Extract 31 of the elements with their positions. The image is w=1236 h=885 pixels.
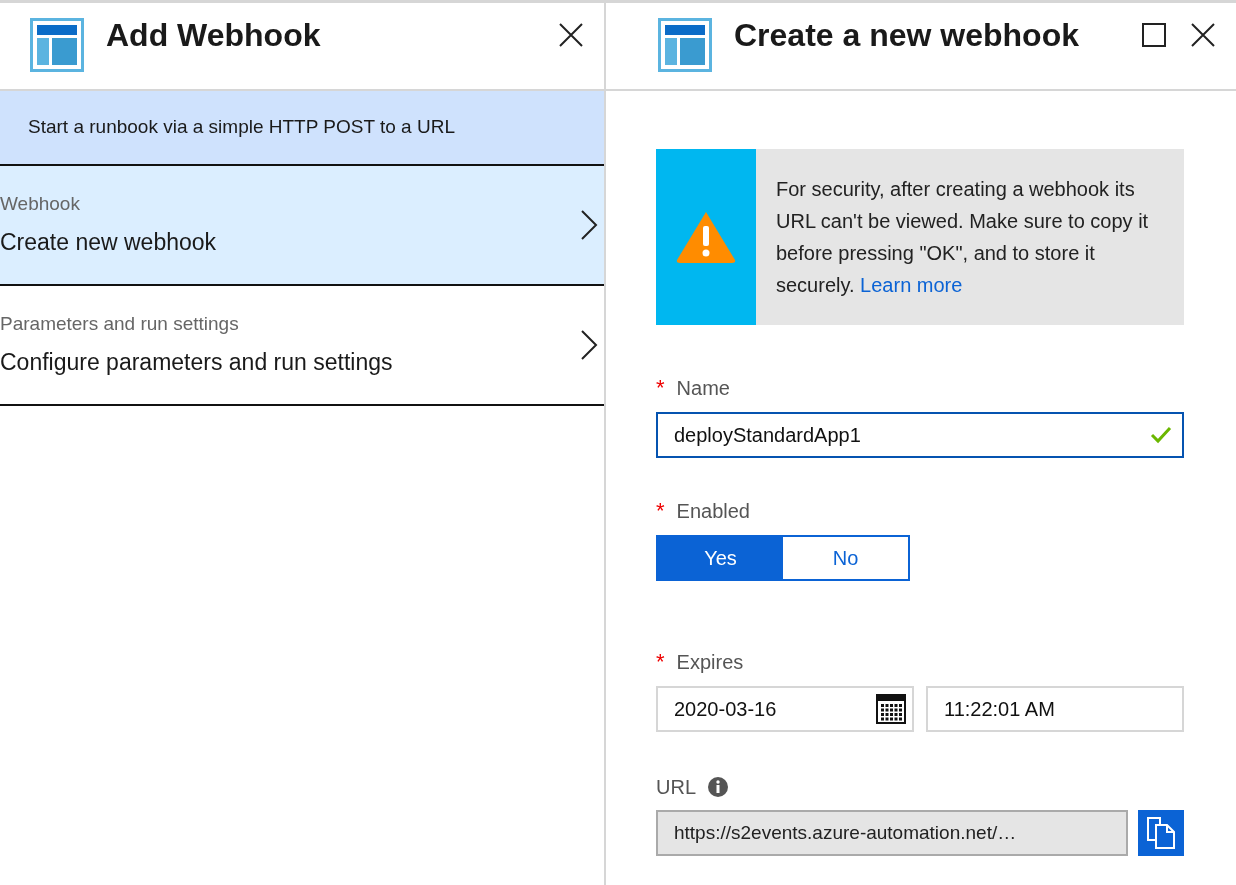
blade-title: Add Webhook	[106, 18, 322, 54]
section-label: Parameters and run settings	[0, 312, 240, 336]
blade-icon	[30, 18, 84, 72]
field-label: Expires	[676, 649, 744, 675]
chevron-right-icon	[580, 209, 598, 240]
required-mark: *	[656, 497, 665, 525]
section-item[interactable]: Parameters and run settings Configure parameters and run settings	[0, 285, 604, 406]
name-field[interactable]: deployStandardApp1	[656, 412, 1184, 458]
blade-icon	[658, 18, 712, 72]
info-icon[interactable]	[708, 777, 728, 797]
blade-description: Start a runbook via a simple HTTP POST to a URL	[0, 91, 604, 166]
notice-text: For security, after creating a webhook its URL can't be viewed. Make sure to copy it before pressing "OK", and to store it securely. Learn more	[775, 177, 1150, 298]
section-value: Create new webhook	[0, 227, 217, 257]
time-field[interactable]: 11:22:01 AM	[926, 686, 1184, 732]
blade-title: Create a new webhook	[734, 18, 1080, 54]
chevron-right-icon	[580, 329, 598, 360]
field-label: Enabled	[676, 498, 750, 524]
field-label: URL	[656, 775, 696, 800]
url-field[interactable]: https://s2events.azure-automation.net/…	[656, 810, 1128, 856]
section-item[interactable]: Webhook Create new webhook	[0, 165, 604, 286]
field-label: Name	[676, 375, 730, 401]
section-label: Webhook	[0, 192, 81, 216]
required-mark: *	[656, 648, 665, 676]
toggle-option[interactable]: Yes	[658, 537, 783, 579]
copy-button[interactable]	[1138, 810, 1184, 856]
section-value: Configure parameters and run settings	[0, 347, 393, 377]
learn-more-link[interactable]: Learn more	[860, 274, 963, 296]
required-mark: *	[656, 374, 665, 402]
calendar-icon[interactable]	[876, 694, 906, 724]
warning-icon	[675, 210, 737, 264]
date-field[interactable]: 2020-03-16	[656, 686, 914, 732]
